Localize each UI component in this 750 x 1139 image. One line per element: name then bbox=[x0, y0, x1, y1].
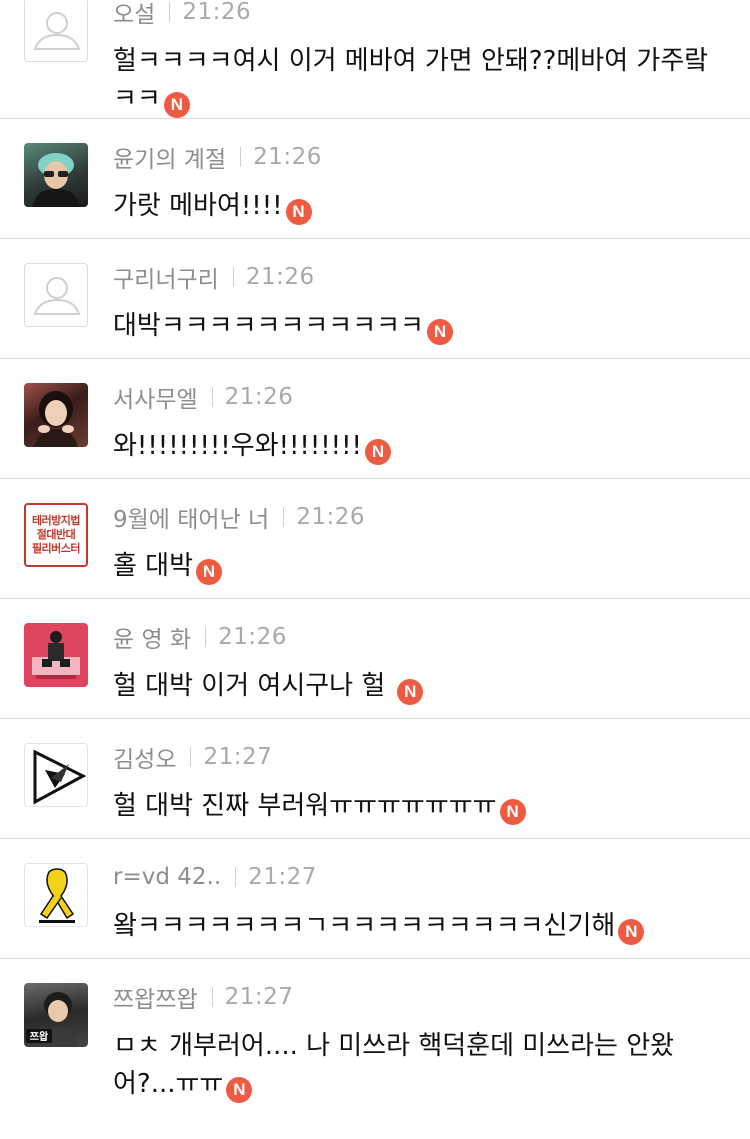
triangle-logo-avatar[interactable] bbox=[24, 743, 88, 807]
comment-item: 오설 21:26 헐ㅋㅋㅋㅋ여시 이거 메바여 가면 안돼??메바여 가주랔ㅋㅋ… bbox=[0, 0, 750, 119]
author-name[interactable]: r=vd 42.. bbox=[113, 864, 221, 890]
comment-time: 21:26 bbox=[245, 264, 315, 290]
comment-text: 헐 대박 진짜 부러워ㅠㅠㅠㅠㅠㅠㅠ N bbox=[113, 787, 722, 825]
comment-text: 헐ㅋㅋㅋㅋ여시 이거 메바여 가면 안돼??메바여 가주랔ㅋㅋ N bbox=[113, 42, 722, 118]
comment-item: 윤기의 계절 21:26 가랏 메바여!!!! N bbox=[0, 119, 750, 239]
comment-time: 21:27 bbox=[203, 744, 273, 770]
comment-text-content: 헐ㅋㅋㅋㅋ여시 이거 메바여 가면 안돼??메바여 가주랔ㅋㅋ bbox=[113, 46, 709, 114]
meta-divider bbox=[283, 507, 285, 527]
new-badge: N bbox=[618, 919, 645, 945]
comment-text: 와!!!!!!!!!우와!!!!!!!! N bbox=[113, 427, 722, 465]
comment-time: 21:26 bbox=[224, 384, 294, 410]
author-name[interactable]: 윤기의 계절 bbox=[113, 140, 226, 174]
comment-text-content: 헐 대박 진짜 부러워ㅠㅠㅠㅠㅠㅠㅠ bbox=[113, 791, 497, 821]
comment-meta: r=vd 42.. 21:27 bbox=[113, 863, 317, 891]
new-badge: N bbox=[364, 439, 391, 465]
user-avatar[interactable]: 쯔왑 bbox=[24, 983, 88, 1047]
author-name[interactable]: 오설 bbox=[113, 0, 155, 29]
comment-text: 대박ㅋㅋㅋㅋㅋㅋㅋㅋㅋㅋㅋ N bbox=[113, 307, 722, 345]
avatar-text-line: 테러방지법 bbox=[31, 514, 81, 527]
user-avatar[interactable] bbox=[24, 143, 88, 207]
comment-text-content: 대박ㅋㅋㅋㅋㅋㅋㅋㅋㅋㅋㅋ bbox=[113, 311, 424, 341]
default-avatar-icon[interactable] bbox=[24, 263, 88, 327]
new-badge: N bbox=[426, 319, 453, 345]
comment-item: 쯔왑 쯔왑쯔왑 21:27 ㅁㅊ 개부러어.... 나 미쓰라 핵덕훈데 미쓰라… bbox=[0, 959, 750, 1139]
comment-item: 구리너구리 21:26 대박ㅋㅋㅋㅋㅋㅋㅋㅋㅋㅋㅋ N bbox=[0, 239, 750, 359]
comment-meta: 오설 21:26 bbox=[113, 0, 252, 29]
meta-divider bbox=[235, 867, 237, 887]
new-badge: N bbox=[285, 199, 312, 225]
new-badge: N bbox=[397, 679, 424, 705]
comment-time: 21:27 bbox=[224, 984, 294, 1010]
comment-text-content: 가랏 메바여!!!! bbox=[113, 191, 283, 221]
comment-text: 왘ㅋㅋㅋㅋㅋㅋㅋㄱㅋㅋㅋㅋㅋㅋㅋㅋㅋ신기해 N bbox=[113, 907, 722, 945]
author-name[interactable]: 9월에 태어난 너 bbox=[113, 500, 269, 534]
comment-text-content: 홀 대박 bbox=[113, 551, 194, 581]
default-avatar-icon[interactable] bbox=[24, 0, 88, 62]
comment-time: 21:26 bbox=[253, 144, 322, 170]
comment-list: 오설 21:26 헐ㅋㅋㅋㅋ여시 이거 메바여 가면 안돼??메바여 가주랔ㅋㅋ… bbox=[0, 0, 750, 1139]
comment-meta: 9월에 태어난 너 21:26 bbox=[113, 500, 366, 534]
comment-text-content: 와!!!!!!!!!우와!!!!!!!! bbox=[113, 431, 362, 461]
comment-meta: 윤 영 화 21:26 bbox=[113, 620, 287, 654]
new-badge: N bbox=[163, 92, 190, 118]
comment-item: 김성오 21:27 헐 대박 진짜 부러워ㅠㅠㅠㅠㅠㅠㅠ N bbox=[0, 719, 750, 839]
author-name[interactable]: 구리너구리 bbox=[113, 260, 219, 294]
author-name[interactable]: 김성오 bbox=[113, 740, 176, 774]
illustration-avatar[interactable] bbox=[24, 623, 88, 687]
comment-text-content: ㅁㅊ 개부러어.... 나 미쓰라 핵덕훈데 미쓰라는 안왔어?...ㅠㅠ bbox=[113, 1031, 675, 1099]
comment-text-content: 헐 대박 이거 여시구나 헐 bbox=[113, 671, 386, 701]
comment-item: 윤 영 화 21:26 헐 대박 이거 여시구나 헐 N bbox=[0, 599, 750, 719]
comment-text: 헐 대박 이거 여시구나 헐 N bbox=[113, 667, 722, 705]
comment-text: 가랏 메바여!!!! N bbox=[113, 187, 722, 225]
comment-text: ㅁㅊ 개부러어.... 나 미쓰라 핵덕훈데 미쓰라는 안왔어?...ㅠㅠ N bbox=[113, 1027, 722, 1103]
meta-divider bbox=[211, 387, 213, 407]
meta-divider bbox=[205, 627, 207, 647]
comment-time: 21:26 bbox=[182, 0, 252, 25]
meta-divider bbox=[169, 2, 171, 22]
comment-meta: 구리너구리 21:26 bbox=[113, 260, 315, 294]
avatar-text-line: 절대반대 bbox=[36, 528, 76, 541]
comment-time: 21:27 bbox=[248, 864, 317, 890]
avatar-text: 쯔왑 bbox=[30, 1030, 49, 1043]
new-badge: N bbox=[196, 559, 223, 585]
meta-divider bbox=[232, 267, 234, 287]
meta-divider bbox=[240, 147, 242, 167]
comment-meta: 쯔왑쯔왑 21:27 bbox=[113, 980, 294, 1014]
new-badge: N bbox=[226, 1077, 253, 1103]
new-badge: N bbox=[499, 799, 526, 825]
comment-time: 21:26 bbox=[218, 624, 287, 650]
comment-time: 21:26 bbox=[296, 504, 366, 530]
meta-divider bbox=[190, 747, 192, 767]
comment-item: r=vd 42.. 21:27 왘ㅋㅋㅋㅋㅋㅋㅋㄱㅋㅋㅋㅋㅋㅋㅋㅋㅋ신기해 N bbox=[0, 839, 750, 959]
text-avatar[interactable]: 테러방지법 절대반대 필리버스터 bbox=[24, 503, 88, 567]
author-name[interactable]: 윤 영 화 bbox=[113, 620, 191, 654]
yellow-ribbon-icon[interactable] bbox=[24, 863, 88, 927]
comment-meta: 김성오 21:27 bbox=[113, 740, 273, 774]
comment-meta: 윤기의 계절 21:26 bbox=[113, 140, 322, 174]
comment-item: 서사무엘 21:26 와!!!!!!!!!우와!!!!!!!! N bbox=[0, 359, 750, 479]
user-avatar[interactable] bbox=[24, 383, 88, 447]
comment-text: 홀 대박 N bbox=[113, 547, 722, 585]
comment-meta: 서사무엘 21:26 bbox=[113, 380, 294, 414]
author-name[interactable]: 서사무엘 bbox=[113, 380, 198, 414]
avatar-text-line: 필리버스터 bbox=[31, 542, 81, 555]
comment-text-content: 왘ㅋㅋㅋㅋㅋㅋㅋㄱㅋㅋㅋㅋㅋㅋㅋㅋㅋ신기해 bbox=[113, 911, 616, 941]
comment-item: 테러방지법 절대반대 필리버스터 9월에 태어난 너 21:26 홀 대박 N bbox=[0, 479, 750, 599]
meta-divider bbox=[211, 987, 213, 1007]
author-name[interactable]: 쯔왑쯔왑 bbox=[113, 980, 198, 1014]
